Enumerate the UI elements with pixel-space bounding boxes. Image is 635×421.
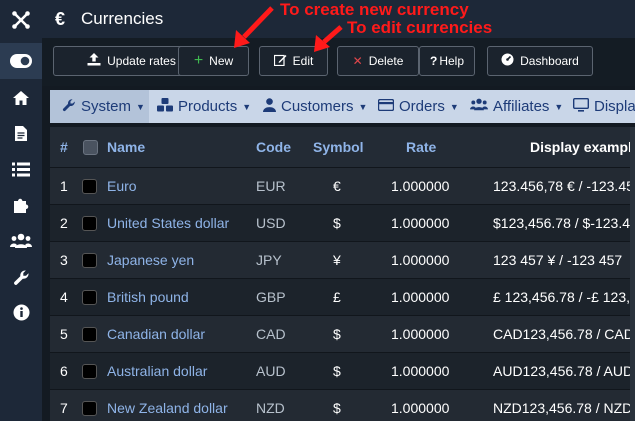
annotation-edit: To edit currencies <box>347 18 493 37</box>
annotation-arrows <box>234 6 343 52</box>
arrow-to-new-button <box>234 6 274 48</box>
annotation-create: To create new currency <box>280 0 469 19</box>
app: € Currencies Update rates + New Edit ✕ D… <box>0 0 635 421</box>
arrow-to-edit-button <box>314 25 343 52</box>
